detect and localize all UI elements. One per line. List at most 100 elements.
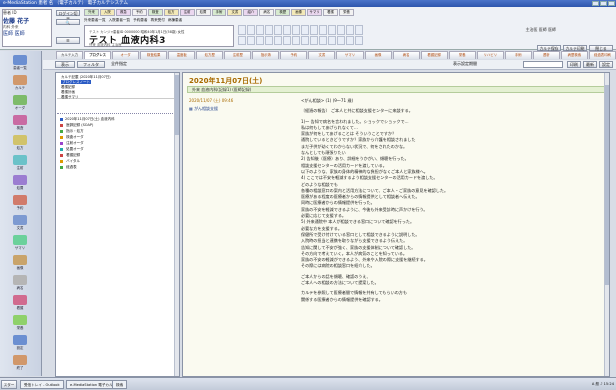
top-tab-16[interactable]: 栄養 xyxy=(339,9,354,16)
top-tab-6[interactable]: 注射 xyxy=(179,9,195,16)
top-tab-5[interactable]: 処方 xyxy=(163,9,179,16)
close-button[interactable] xyxy=(608,1,615,6)
tree-node-icon xyxy=(60,165,63,169)
sidebar-item-0[interactable]: 患者一覧 xyxy=(3,55,37,72)
top-tab-2[interactable]: 救急 xyxy=(115,9,131,16)
tree-node[interactable]: 看護記録 xyxy=(60,153,80,158)
sidebar-item-14[interactable]: 設定 xyxy=(3,335,37,352)
sidebar-item-3[interactable]: 検査 xyxy=(3,115,37,132)
tree-node[interactable]: 処置オーダ xyxy=(60,147,84,152)
start-button[interactable]: スタート xyxy=(1,380,17,389)
top-tab-7[interactable]: 処置 xyxy=(195,9,211,16)
note-scrollbar[interactable] xyxy=(604,73,609,376)
tab-17[interactable]: 透析 xyxy=(532,51,560,59)
sidebar-item-15[interactable]: 終了 xyxy=(3,355,37,372)
patient-flag-icon xyxy=(283,25,291,35)
tree-node[interactable]: 経過表 xyxy=(60,165,77,170)
tree-node[interactable]: 検査オーダ xyxy=(60,135,84,140)
top-link-1[interactable]: 入院患者一覧 xyxy=(109,18,131,24)
top-tab-8[interactable]: 手術 xyxy=(211,9,227,16)
sidebar-item-8[interactable]: 文書 xyxy=(3,215,37,232)
patient-icon-grid xyxy=(238,25,363,45)
sidebar-item-2[interactable]: オーダ xyxy=(3,95,37,112)
patient-flag-icon xyxy=(319,35,327,45)
tab-15[interactable]: リハビリ xyxy=(476,51,504,59)
tree-scrollbar[interactable] xyxy=(174,73,179,376)
top-tab-0[interactable]: 外来 xyxy=(84,9,99,16)
sidebar-item-5[interactable]: 注射 xyxy=(3,155,37,172)
sidebar-item-label: 検査 xyxy=(16,126,24,130)
patient-flag-icon xyxy=(256,25,264,35)
sidebar-item-4[interactable]: 処方 xyxy=(3,135,37,152)
search-patient-button[interactable]: 🔍 xyxy=(56,19,80,25)
tree-node[interactable]: バイタル xyxy=(60,159,80,164)
sidebar-item-1[interactable]: カルテ xyxy=(3,75,37,92)
patient-sub: 外来 血液内科 主治医 xyxy=(89,43,122,47)
top-tab-1[interactable]: 入院 xyxy=(99,9,115,16)
tree-node[interactable]: 注射オーダ xyxy=(60,141,84,146)
top-tab-10[interactable]: 紹介 xyxy=(243,9,259,16)
top-tab-14[interactable]: サマリ xyxy=(307,9,323,16)
tab-0[interactable]: カルテ入力 xyxy=(56,51,84,59)
view-button[interactable]: 表示 xyxy=(55,61,75,68)
sidebar-item-6[interactable]: 処置 xyxy=(3,175,37,192)
filter-button[interactable]: フィルタ xyxy=(77,61,105,68)
tab-7[interactable]: 指示簿 xyxy=(252,51,280,59)
tree-scroll-thumb[interactable] xyxy=(175,75,179,135)
tab-6[interactable]: 注射歴 xyxy=(224,51,252,59)
record-type-list: カルテ記載 (2020年11月07日) プログレスノート 看護記録 看護計画 看護サマリ xyxy=(57,74,179,99)
tab-13[interactable]: 看護記録 xyxy=(420,51,448,59)
tab-1[interactable]: プログレス xyxy=(84,51,112,59)
taskbar-item-2[interactable]: 検索 xyxy=(112,380,128,389)
top-tab-13[interactable]: 画像 xyxy=(291,9,307,16)
period-select[interactable] xyxy=(523,61,563,68)
tree-node-label: 注射オーダ xyxy=(65,141,84,145)
top-tab-4[interactable]: 検査 xyxy=(147,9,163,16)
tab-11[interactable]: 画像 xyxy=(364,51,392,59)
top-link-0[interactable]: 外来患者一覧 xyxy=(84,18,106,24)
tree-node[interactable]: 指示・処方 xyxy=(60,129,84,134)
patient-flag-icon xyxy=(292,35,300,45)
top-link-3[interactable]: 再来受付 xyxy=(151,18,165,24)
tab-9[interactable]: 文書 xyxy=(308,51,336,59)
top-tab-3[interactable]: 予約 xyxy=(131,9,147,16)
top-tab-12[interactable]: 検歴 xyxy=(275,9,291,16)
top-link-2[interactable]: 予約患者 xyxy=(133,18,147,24)
maximize-button[interactable] xyxy=(600,1,607,6)
refresh-button[interactable]: 最新 xyxy=(583,61,597,68)
top-link-4[interactable]: 病棟患者 xyxy=(168,18,182,24)
tab-8[interactable]: 予約 xyxy=(280,51,308,59)
settings-button[interactable]: 設定 xyxy=(599,61,613,68)
minimize-button[interactable] xyxy=(592,1,599,6)
tab-18[interactable]: 病歴検索 xyxy=(560,51,588,59)
note-scroll-thumb[interactable] xyxy=(605,85,609,285)
sidebar-item-10[interactable]: 画像 xyxy=(3,255,37,272)
print-button[interactable]: 印刷 xyxy=(567,61,581,68)
tab-14[interactable]: 栄養 xyxy=(448,51,476,59)
tab-4[interactable]: 温度板 xyxy=(168,51,196,59)
tab-5[interactable]: 処方歴 xyxy=(196,51,224,59)
sidebar-item-9[interactable]: サマリ xyxy=(3,235,37,252)
tree-node-icon xyxy=(60,153,63,157)
record-type-item[interactable]: 看護サマリ xyxy=(61,95,79,100)
top-tab-9[interactable]: 文書 xyxy=(227,9,243,16)
tab-12[interactable]: 病名 xyxy=(392,51,420,59)
tab-3[interactable]: 検査結果 xyxy=(140,51,168,59)
taskbar-item-0[interactable]: 受信トレイ - Outlook xyxy=(20,380,64,389)
note-entry-time: 2020/11/07 (土) 09:46 xyxy=(189,98,234,103)
top-tab-15[interactable]: 看護 xyxy=(323,9,338,16)
tab-16[interactable]: 手術 xyxy=(504,51,532,59)
tree-node[interactable]: 2020年11月07日(土) 血液内科 xyxy=(60,117,115,122)
sidebar-item-12[interactable]: 看護 xyxy=(3,295,37,312)
tab-19[interactable]: 経過表印刷 xyxy=(588,51,616,59)
tree-node[interactable]: 医師記録 (SOAP) xyxy=(60,123,93,128)
login-change-button[interactable]: ログイン切替 xyxy=(56,10,80,22)
sidebar-item-11[interactable]: 病名 xyxy=(3,275,37,292)
sidebar-item-7[interactable]: 予約 xyxy=(3,195,37,212)
patient-list-button[interactable]: ☰ xyxy=(56,37,80,44)
sidebar-item-13[interactable]: 栄養 xyxy=(3,315,37,332)
tab-10[interactable]: サマリ xyxy=(336,51,364,59)
top-tab-11[interactable]: 病名 xyxy=(259,9,275,16)
note-entry-doc[interactable]: ▦ がん相談支援 xyxy=(189,106,287,112)
tab-2[interactable]: オーダ xyxy=(112,51,140,59)
